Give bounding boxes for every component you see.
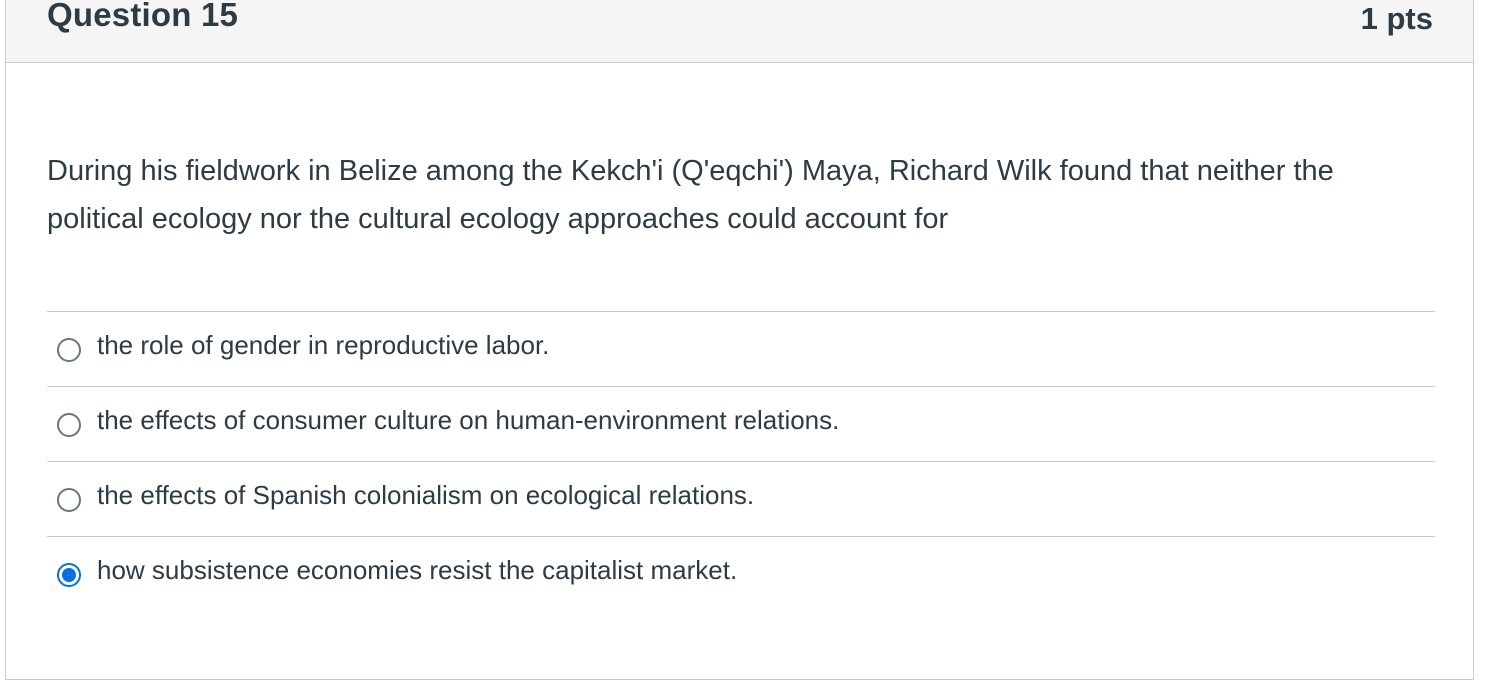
radio-button[interactable]	[57, 488, 81, 512]
question-title: Question 15	[47, 0, 239, 33]
answer-option-2[interactable]: the effects of consumer culture on human…	[47, 386, 1435, 461]
answer-list: the role of gender in reproductive labor…	[47, 311, 1435, 611]
radio-button-selected[interactable]	[57, 563, 81, 587]
answer-label[interactable]: the effects of Spanish colonialism on ec…	[97, 480, 754, 511]
question-text: During his fieldwork in Belize among the…	[47, 155, 1334, 235]
question-card: Question 15 1 pts During his fieldwork i…	[5, 0, 1474, 680]
answer-option-4[interactable]: how subsistence economies resist the cap…	[47, 536, 1435, 611]
question-points: 1 pts	[1360, 1, 1433, 36]
answer-label[interactable]: how subsistence economies resist the cap…	[97, 555, 737, 586]
answer-option-1[interactable]: the role of gender in reproductive labor…	[47, 311, 1435, 386]
radio-button[interactable]	[57, 413, 81, 437]
question-header: Question 15 1 pts	[6, 0, 1473, 63]
answer-label[interactable]: the role of gender in reproductive labor…	[97, 330, 549, 361]
radio-button[interactable]	[57, 338, 81, 362]
answer-option-3[interactable]: the effects of Spanish colonialism on ec…	[47, 461, 1435, 536]
answer-label[interactable]: the effects of consumer culture on human…	[97, 405, 839, 436]
